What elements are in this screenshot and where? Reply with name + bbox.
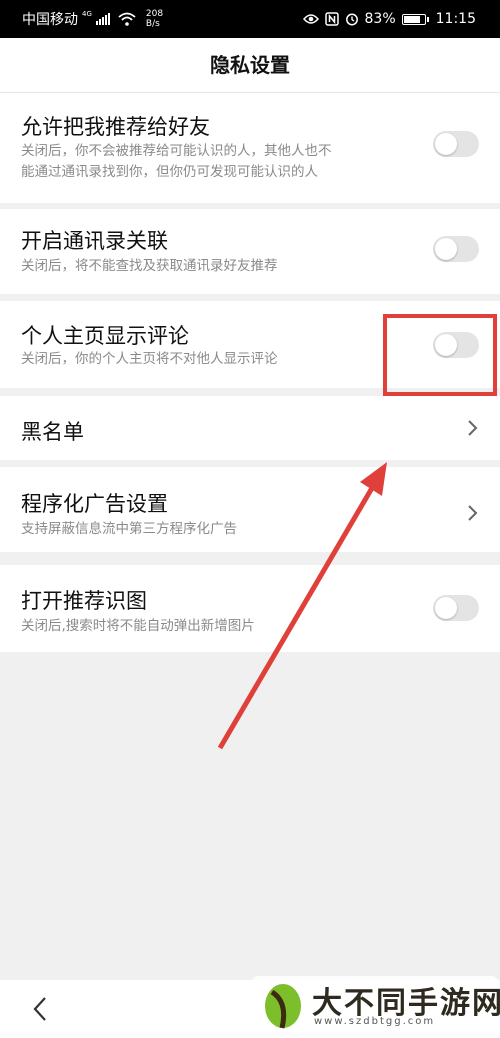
- chevron-right-icon: [468, 420, 478, 436]
- setting-title: 黑名单: [21, 420, 84, 444]
- battery-level: [403, 15, 420, 23]
- clock: 11:15: [435, 11, 476, 27]
- battery-icon: [401, 13, 429, 25]
- setting-description: 关闭后,搜索时将不能自动弹出新增图片: [21, 618, 255, 634]
- setting-title: 打开推荐识图: [21, 589, 147, 613]
- recommend-to-friends-toggle[interactable]: [433, 131, 479, 157]
- setting-description: 关闭后，你不会被推荐给可能认识的人，其他人也不: [21, 143, 332, 159]
- recommend-image-search-toggle[interactable]: [433, 595, 479, 621]
- leaf-logo-icon: [265, 984, 301, 1029]
- setting-description: 能通过通讯录找到你，但你仍可发现可能认识的人: [21, 164, 318, 180]
- setting-blacklist[interactable]: 黑名单: [0, 396, 500, 460]
- setting-title: 开启通讯录关联: [21, 229, 168, 253]
- page-title: 隐私设置: [0, 38, 500, 93]
- alarm-icon: [345, 12, 359, 26]
- setting-description: 关闭后，将不能查找及获取通讯录好友推荐: [21, 258, 278, 274]
- toggle-knob: [435, 133, 457, 155]
- setting-title: 程序化广告设置: [21, 492, 168, 516]
- eye-icon: [302, 13, 319, 25]
- nfc-icon: [324, 12, 339, 26]
- watermark: 大不同手游网 www.szdbtgg.com: [252, 976, 500, 1036]
- highlight-box: [383, 314, 497, 396]
- setting-recommend-image-search[interactable]: 打开推荐识图 关闭后,搜索时将不能自动弹出新增图片: [0, 565, 500, 652]
- setting-programmatic-ads[interactable]: 程序化广告设置 支持屏蔽信息流中第三方程序化广告: [0, 467, 500, 552]
- setting-recommend-to-friends[interactable]: 允许把我推荐给好友 关闭后，你不会被推荐给可能认识的人，其他人也不 能通过通讯录…: [0, 93, 500, 203]
- setting-description: 支持屏蔽信息流中第三方程序化广告: [21, 521, 237, 537]
- network-type: 4G: [82, 10, 92, 18]
- toggle-knob: [435, 597, 457, 619]
- carrier-label: 中国移动: [22, 12, 78, 28]
- watermark-url: www.szdbtgg.com: [314, 1016, 436, 1027]
- back-arrow-icon[interactable]: [30, 994, 50, 1024]
- wifi-icon: [118, 12, 136, 26]
- speed-unit: B/s: [145, 19, 160, 29]
- setting-description: 关闭后，你的个人主页将不对他人显示评论: [21, 351, 278, 367]
- network-speed: 208 B/s: [146, 9, 163, 29]
- chevron-right-icon: [468, 505, 478, 521]
- setting-title: 允许把我推荐给好友: [21, 115, 210, 139]
- toggle-knob: [435, 238, 457, 260]
- status-bar: 中国移动 4G 208 B/s 83% 11:15: [0, 0, 500, 38]
- contacts-link-toggle[interactable]: [433, 236, 479, 262]
- speed-value: 208: [145, 9, 164, 19]
- battery-percent: 83%: [364, 11, 396, 27]
- setting-contacts-link[interactable]: 开启通讯录关联 关闭后，将不能查找及获取通讯录好友推荐: [0, 209, 500, 294]
- setting-title: 个人主页显示评论: [21, 324, 189, 348]
- signal-icon: [95, 13, 110, 25]
